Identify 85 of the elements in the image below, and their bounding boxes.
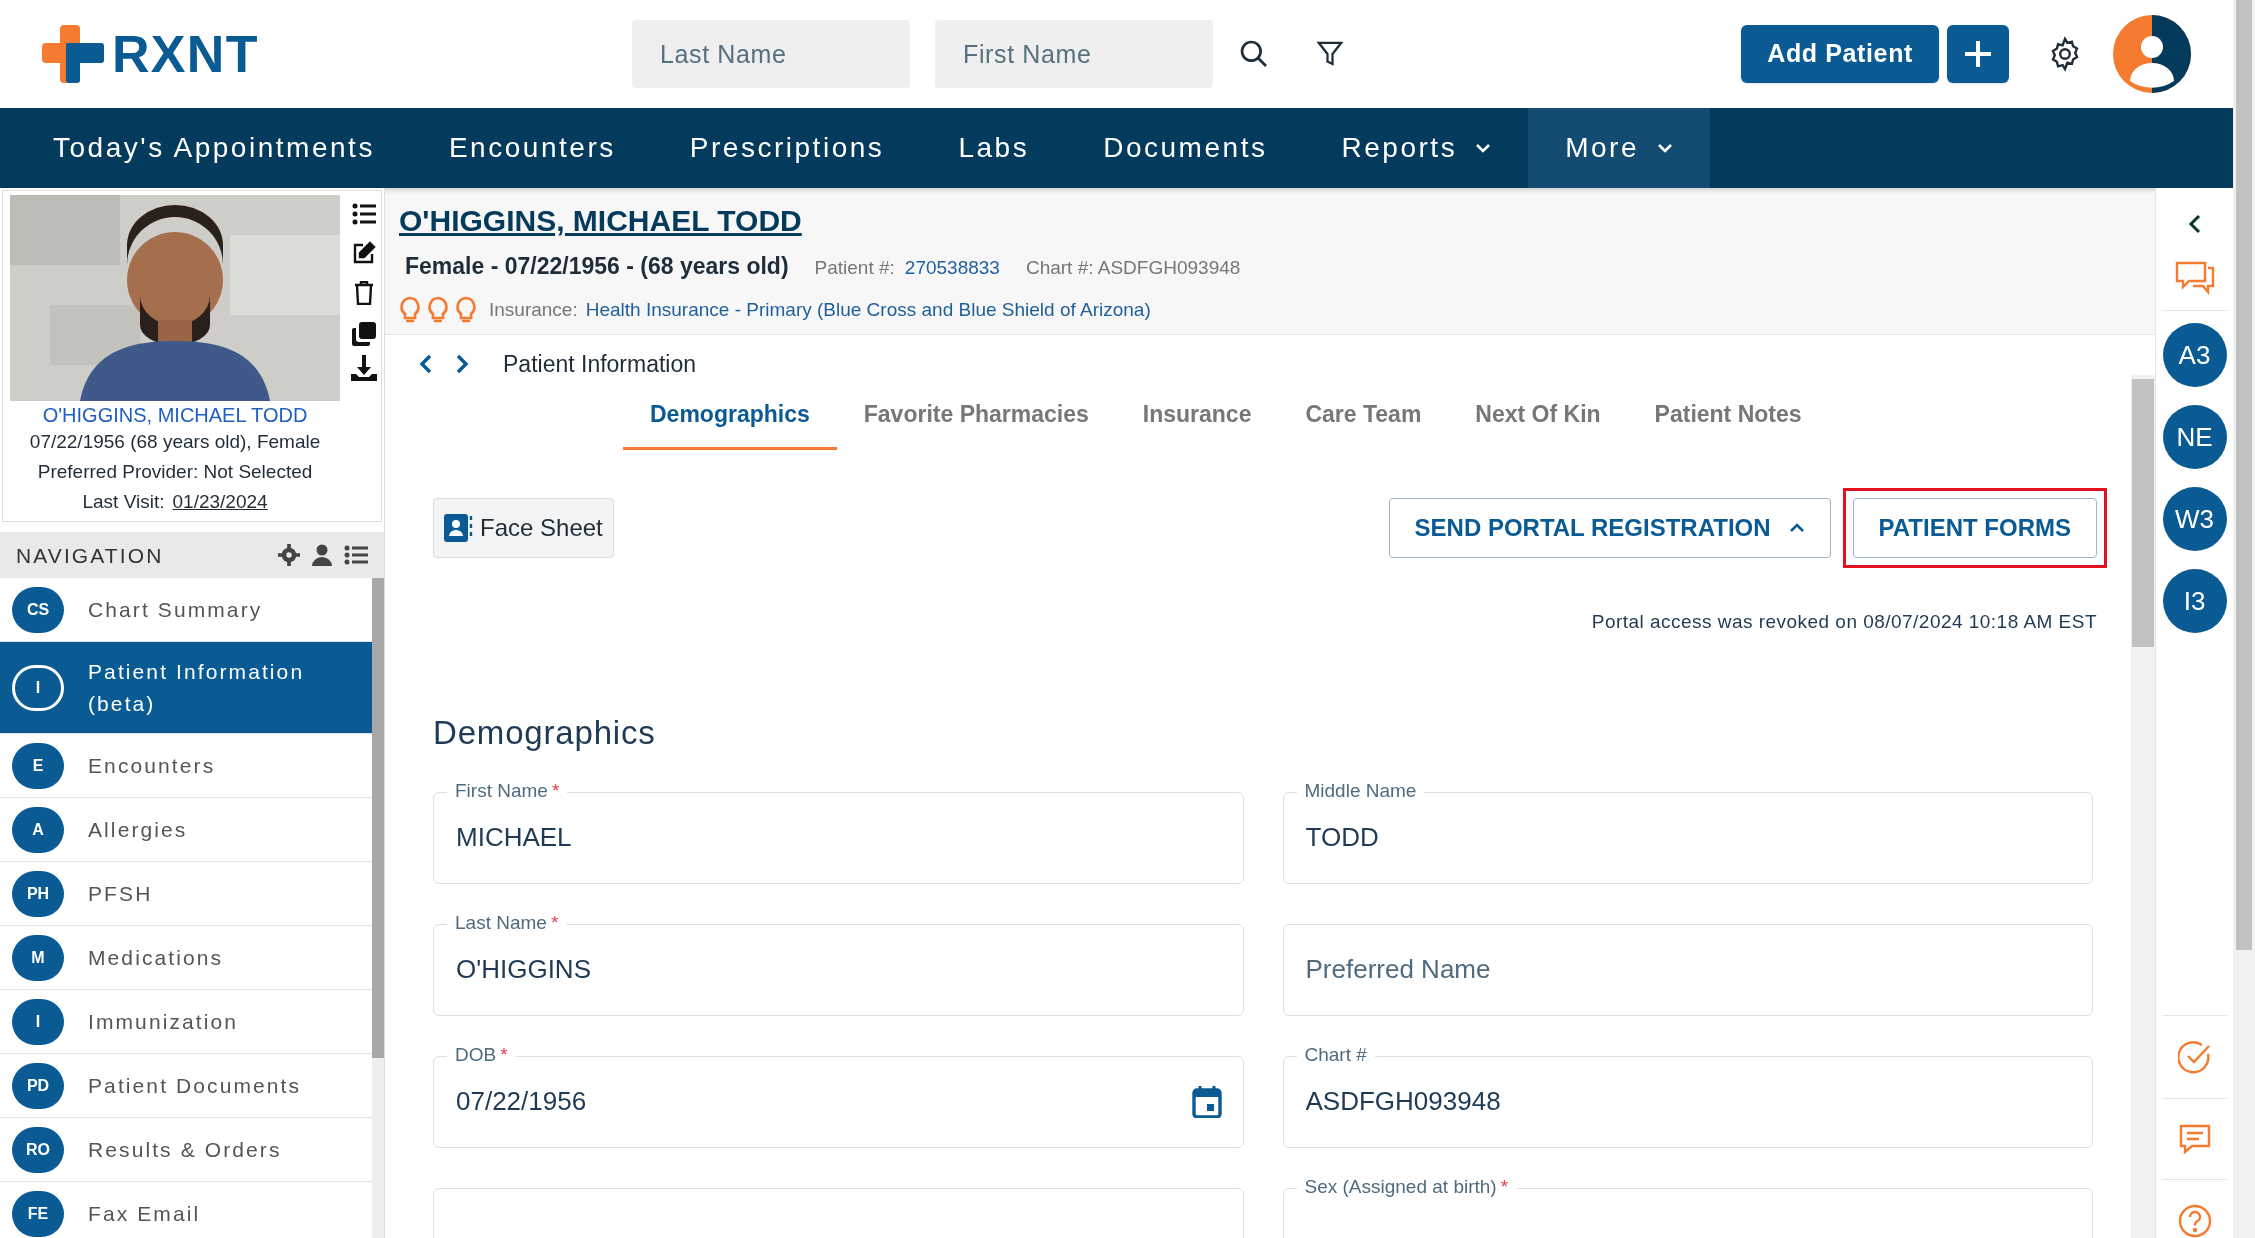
face-sheet-button[interactable]: Face Sheet xyxy=(433,497,614,558)
nav-item-label: Results & Orders xyxy=(88,1136,282,1163)
help-icon[interactable] xyxy=(2177,1204,2212,1238)
badge: PH xyxy=(12,870,64,917)
nav-item-label: Medications xyxy=(88,944,224,971)
user-badge-button[interactable]: W3 xyxy=(2162,487,2227,551)
user-badge-button[interactable]: NE xyxy=(2162,405,2227,469)
insurance-link[interactable]: Health Insurance - Primary (Blue Cross and Blue Shield of Arizona) xyxy=(585,295,1151,324)
section-title: Demographics xyxy=(433,713,657,753)
lightbulb-icon xyxy=(427,295,449,324)
message-icon[interactable] xyxy=(2177,1123,2212,1155)
chart-number: Chart #: ASDFGH093948 xyxy=(1025,256,1241,280)
patient-name-title[interactable]: O'HIGGINS, MICHAEL TODD xyxy=(399,198,2141,243)
nav-item-label: Fax Email xyxy=(88,1200,201,1227)
required-mark: * xyxy=(1500,1174,1509,1199)
field-label: Sex (Assigned at birth) xyxy=(1304,1174,1497,1199)
scrollbar-thumb[interactable] xyxy=(2236,0,2252,950)
logo-icon xyxy=(42,25,104,83)
navigation-title: NAVIGATION xyxy=(16,542,165,569)
nav-item-label: Encounters xyxy=(88,752,216,779)
copy-icon[interactable] xyxy=(351,321,378,347)
patient-number-label: Patient #: xyxy=(814,256,895,280)
badge: E xyxy=(12,742,64,789)
download-icon[interactable] xyxy=(351,355,378,381)
insurance-label: Insurance: xyxy=(489,297,578,322)
tab[interactable]: Care Team xyxy=(1278,381,1449,450)
user-badge-button[interactable]: A3 xyxy=(2162,323,2227,387)
scrollbar-thumb[interactable] xyxy=(2132,379,2154,647)
tab[interactable]: Insurance xyxy=(1115,381,1279,450)
nav-item-label: Allergies xyxy=(88,816,188,843)
search-field[interactable]: Last Name xyxy=(632,20,910,88)
badge: I xyxy=(12,664,64,711)
list-icon[interactable] xyxy=(344,545,368,566)
logo-text: RXNT xyxy=(112,24,259,85)
patient-name-link[interactable]: O'HIGGINS, MICHAEL TODD xyxy=(42,403,308,428)
action-button[interactable]: PATIENT FORMS xyxy=(1852,497,2097,558)
nav-tab[interactable]: More xyxy=(1528,108,1711,188)
contact-card-icon xyxy=(444,511,474,544)
person-icon[interactable] xyxy=(312,544,332,567)
badge: PD xyxy=(12,1062,64,1109)
calendar-icon[interactable] xyxy=(1191,1085,1222,1118)
back-icon[interactable] xyxy=(419,354,433,375)
search-field[interactable]: First Name xyxy=(935,20,1213,88)
nav-item-label: Chart Summary xyxy=(88,596,263,623)
forward-icon[interactable] xyxy=(455,354,469,375)
nav-item-label: Patient Documents xyxy=(88,1072,302,1099)
plus-icon xyxy=(1963,39,1993,69)
lightbulb-icon xyxy=(399,295,421,324)
badge: FE xyxy=(12,1190,64,1237)
input-field[interactable]: Preferred Name xyxy=(1282,923,2093,1016)
check-circle-icon[interactable] xyxy=(2177,1040,2212,1074)
badge: CS xyxy=(12,586,64,633)
lightbulb-icon xyxy=(455,295,477,324)
badge: A xyxy=(12,806,64,853)
last-visit-label: Last Visit: xyxy=(82,489,165,514)
caret-icon xyxy=(1788,522,1805,533)
user-badge-button[interactable]: I3 xyxy=(2162,569,2227,633)
nav-item-label: PFSH xyxy=(88,880,153,907)
avatar-icon[interactable] xyxy=(2113,15,2191,93)
action-button[interactable]: SEND PORTAL REGISTRATION xyxy=(1388,497,1831,558)
scrollbar-thumb[interactable] xyxy=(372,578,384,1059)
list-icon[interactable] xyxy=(352,203,377,225)
breadcrumb-text: Patient Information xyxy=(503,350,697,379)
patient-number: 270538833 xyxy=(904,256,1000,280)
last-visit-link[interactable]: 01/23/2024 xyxy=(172,489,268,514)
tab[interactable]: Next Of Kin xyxy=(1448,381,1628,450)
nav-item-label: Patient Information (beta) xyxy=(88,658,306,717)
add-patient-button[interactable]: Add Patient xyxy=(1741,25,1939,83)
tab[interactable]: Patient Notes xyxy=(1627,381,1829,450)
add-button[interactable] xyxy=(1947,25,2009,83)
nav-item[interactable]: I Patient Information (beta) xyxy=(0,642,372,735)
nav-item-label: Immunization xyxy=(88,1008,239,1035)
tab[interactable]: Demographics xyxy=(623,381,837,450)
tab[interactable]: Favorite Pharmacies xyxy=(836,381,1116,450)
portal-status-text: Portal access was revoked on 08/07/2024 10:18 AM EST xyxy=(1591,609,2097,634)
badge: I xyxy=(12,998,64,1045)
trash-icon[interactable] xyxy=(354,281,375,305)
patient-summary: Female - 07/22/1956 - (68 years old) xyxy=(405,252,789,281)
provider-text: Preferred Provider: Not Selected xyxy=(37,459,313,484)
edit-icon[interactable] xyxy=(352,241,377,265)
patient-info-text: 07/22/1956 (68 years old), Female xyxy=(29,430,321,454)
badge: M xyxy=(12,934,64,981)
badge: RO xyxy=(12,1126,64,1173)
collapse-icon[interactable] xyxy=(2187,214,2202,234)
chat-icon[interactable] xyxy=(2174,260,2215,296)
